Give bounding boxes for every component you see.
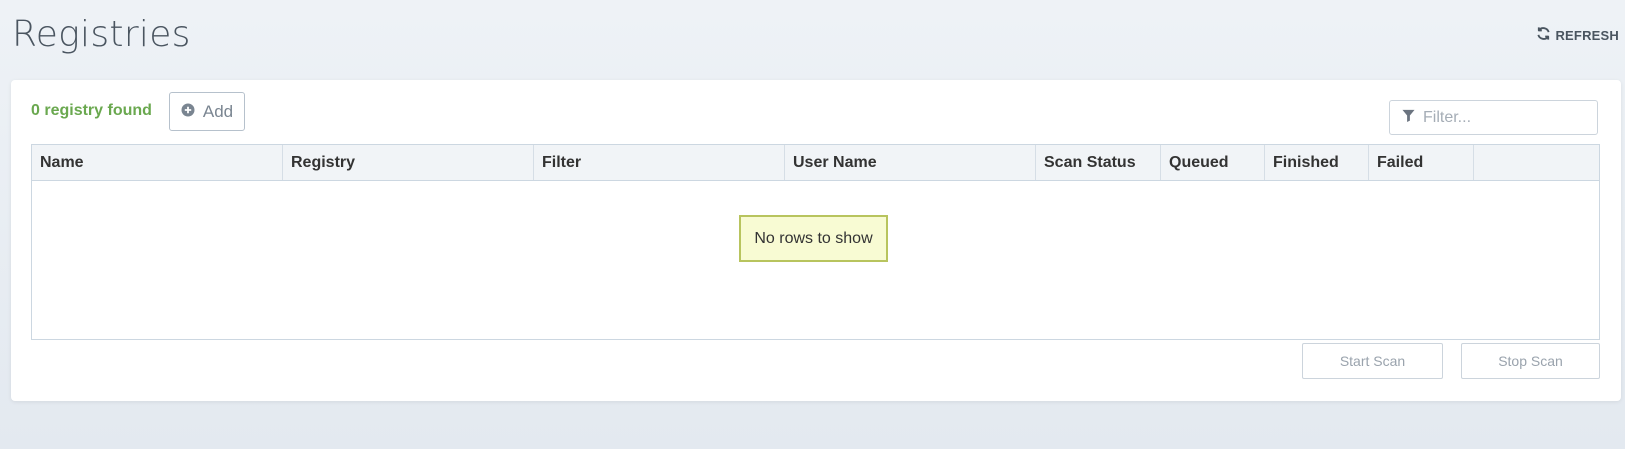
table-header: Name Registry Filter User Name Scan Stat… [32, 145, 1599, 181]
add-label: Add [202, 101, 234, 121]
refresh-icon [1536, 26, 1551, 44]
column-header-filter[interactable]: Filter [534, 145, 785, 180]
plus-circle-icon [181, 102, 195, 122]
column-header-scan-status[interactable]: Scan Status [1036, 145, 1161, 180]
registry-count: 0 registry found [31, 102, 152, 119]
column-header-queued[interactable]: Queued [1161, 145, 1265, 180]
no-rows-overlay: No rows to show [739, 215, 888, 262]
filter-input[interactable] [1423, 108, 1593, 127]
refresh-label: REFRESH [1555, 27, 1619, 43]
stop-scan-button[interactable]: Stop Scan [1461, 343, 1600, 379]
column-header-user-name[interactable]: User Name [785, 145, 1036, 180]
filter-icon [1402, 109, 1415, 127]
add-registry-button[interactable]: Add [169, 92, 245, 131]
column-header-name[interactable]: Name [32, 145, 283, 180]
registries-panel: 0 registry found Add Name Registry Filte… [11, 80, 1621, 401]
start-scan-button[interactable]: Start Scan [1302, 343, 1443, 379]
column-header-finished[interactable]: Finished [1265, 145, 1369, 180]
column-header-registry[interactable]: Registry [283, 145, 534, 180]
refresh-button[interactable]: REFRESH [1536, 26, 1619, 44]
filter-field[interactable] [1389, 100, 1598, 135]
column-header-actions [1474, 145, 1599, 180]
column-header-failed[interactable]: Failed [1369, 145, 1474, 180]
page-title: Registries [12, 14, 191, 55]
registries-table: Name Registry Filter User Name Scan Stat… [31, 144, 1600, 340]
